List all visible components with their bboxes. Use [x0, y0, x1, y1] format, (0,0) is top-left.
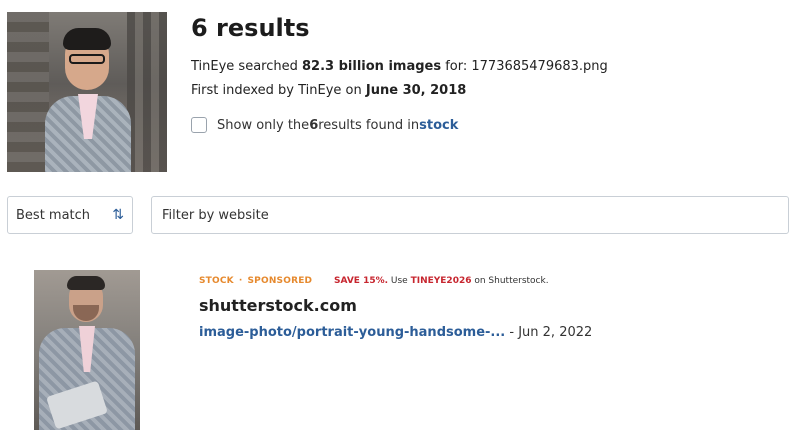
stock-filter-link[interactable]: stock	[419, 118, 458, 133]
result-date: - Jun 2, 2022	[509, 325, 593, 340]
stock-tag: STOCK	[199, 276, 234, 286]
query-glasses	[69, 54, 105, 64]
website-filter-input[interactable]	[160, 206, 780, 224]
result-thumbnail[interactable]	[34, 270, 140, 430]
promo-save: SAVE 15%.	[334, 276, 389, 286]
building-background-right	[127, 12, 167, 172]
search-summary-line: TinEye searched 82.3 billion images for:…	[191, 59, 608, 74]
stock-filter-checkbox[interactable]	[191, 117, 207, 133]
first-indexed-prefix: First indexed by TinEye on	[191, 83, 366, 98]
sponsored-tag: SPONSORED	[247, 276, 313, 286]
sort-label: Best match	[16, 207, 91, 223]
building-background-left	[7, 12, 49, 172]
first-indexed-line: First indexed by TinEye on June 30, 2018	[191, 83, 466, 98]
search-summary-middle: for:	[441, 59, 472, 74]
website-filter-input-wrapper[interactable]	[151, 196, 789, 234]
sort-select[interactable]: Best match ⇅	[7, 196, 133, 234]
search-filename: 1773685479683.png	[471, 59, 608, 74]
stock-filter-middle: results found in	[318, 117, 420, 133]
promo-suffix: on Shutterstock.	[471, 276, 549, 286]
promo-code: TINEYE2026	[410, 276, 472, 286]
query-hair	[63, 28, 111, 50]
results-count-title: 6 results	[191, 14, 310, 42]
search-summary-prefix: TinEye searched	[191, 59, 302, 74]
result-site[interactable]: shutterstock.com	[199, 296, 357, 315]
result-hair	[67, 276, 105, 290]
result-tags: STOCK · SPONSORED	[199, 276, 312, 286]
stock-filter-count: 6	[309, 117, 319, 133]
sort-up-down-icon: ⇅	[112, 207, 124, 223]
tag-separator: ·	[238, 276, 243, 286]
search-summary-count: 82.3 billion images	[302, 59, 442, 74]
query-person	[45, 24, 131, 172]
first-indexed-date: June 30, 2018	[365, 83, 467, 98]
stock-filter-option[interactable]: Show only the 6 results found in stock	[191, 117, 458, 133]
query-image	[7, 12, 167, 172]
promo-message: SAVE 15%. Use TINEYE2026 on Shutterstock…	[334, 276, 549, 286]
promo-middle: Use	[388, 276, 411, 286]
result-image-link[interactable]: image-photo/portrait-young-handsome-...	[199, 325, 505, 340]
stock-filter-prefix: Show only the	[217, 117, 310, 133]
result-link-line: image-photo/portrait-young-handsome-... …	[199, 325, 592, 340]
